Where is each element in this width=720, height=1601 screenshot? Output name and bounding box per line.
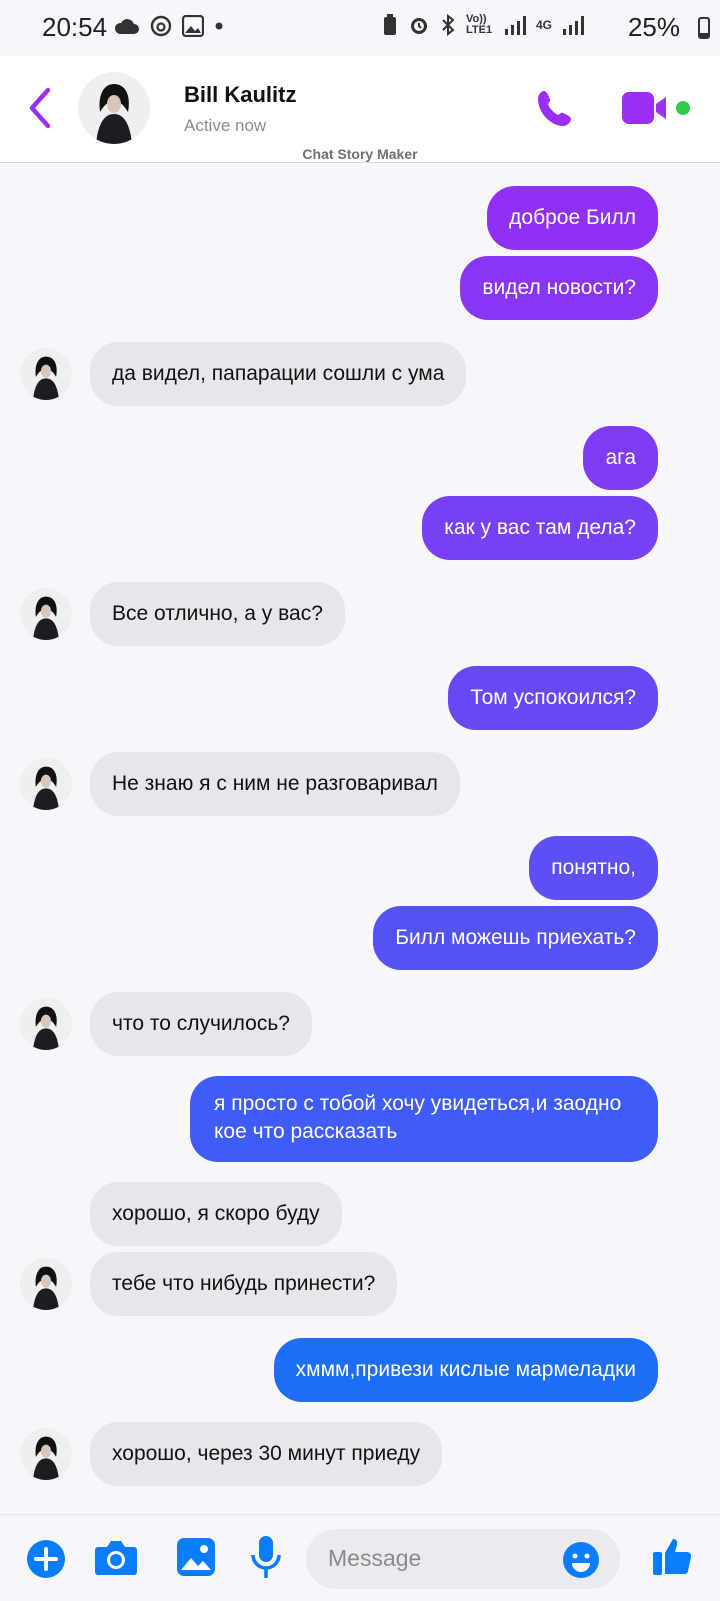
emoji-icon[interactable] [562, 1541, 600, 1579]
volte-indicator: Vo)) LTE1 [465, 13, 493, 36]
message-outgoing[interactable]: понятно, [529, 836, 658, 900]
sender-avatar[interactable] [20, 1258, 72, 1310]
message-outgoing[interactable]: я просто с тобой хочу увидеться,и заодно… [190, 1076, 658, 1162]
signal-icon [504, 16, 526, 35]
phone-icon[interactable] [536, 88, 576, 128]
camera-icon[interactable] [94, 1539, 138, 1577]
signal-icon-2 [563, 16, 584, 35]
battery-saver-icon [383, 14, 396, 35]
thumbs-up-icon[interactable] [652, 1535, 694, 1577]
gallery-notification-icon [182, 15, 204, 37]
message-incoming[interactable]: Не знаю я с ним не разговаривал [90, 752, 460, 816]
alarm-icon [410, 18, 427, 34]
dot-icon [215, 22, 223, 30]
sender-avatar[interactable] [20, 998, 72, 1050]
message-incoming[interactable]: да видел, папарации сошли с ума [90, 342, 467, 406]
message-input[interactable]: Message [306, 1529, 620, 1589]
message-incoming[interactable]: хорошо, я скоро буду [90, 1182, 342, 1246]
plus-icon[interactable] [26, 1539, 66, 1579]
sender-avatar[interactable] [20, 1428, 72, 1480]
network-type: 4G [535, 18, 552, 32]
watermark: Chat Story Maker [302, 146, 418, 162]
image-icon[interactable] [176, 1537, 216, 1577]
sender-avatar[interactable] [20, 348, 72, 400]
message-incoming[interactable]: тебе что нибудь принести? [90, 1252, 398, 1316]
cloud-icon [114, 19, 139, 34]
message-outgoing[interactable]: ага [583, 426, 658, 490]
message-outgoing[interactable]: как у вас там дела? [422, 496, 658, 560]
message-outgoing[interactable]: Билл можешь приехать? [373, 906, 658, 970]
message-outgoing[interactable]: Том успокоился? [448, 666, 658, 730]
message-outgoing[interactable]: видел новости? [460, 256, 658, 320]
message-input-placeholder: Message [328, 1545, 422, 1571]
bluetooth-icon [442, 14, 455, 36]
status-time: 20:54 [42, 12, 108, 42]
battery-percent: 25% [627, 12, 680, 42]
video-camera-icon[interactable] [622, 92, 670, 124]
contact-avatar[interactable] [78, 72, 150, 144]
message-incoming[interactable]: что то случилось? [90, 992, 312, 1056]
contact-status: Active now [184, 116, 267, 135]
contact-name[interactable]: Bill Kaulitz [184, 82, 296, 108]
threads-icon [150, 15, 172, 37]
sender-avatar[interactable] [20, 588, 72, 640]
status-bar: 20:54 Vo)) LTE1 4G 25% [0, 0, 720, 56]
online-indicator [676, 101, 690, 115]
message-incoming[interactable]: хорошо, через 30 минут приеду [90, 1422, 443, 1486]
battery-icon [698, 17, 710, 39]
message-outgoing[interactable]: хммм,привези кислые мармеладки [273, 1338, 658, 1402]
sender-avatar[interactable] [20, 758, 72, 810]
message-incoming[interactable]: Все отлично, а у вас? [90, 582, 345, 646]
microphone-icon[interactable] [250, 1535, 282, 1581]
chevron-left-icon[interactable] [22, 84, 58, 132]
composer-bar: Message [0, 1514, 720, 1601]
message-outgoing[interactable]: доброе Билл [487, 186, 658, 250]
